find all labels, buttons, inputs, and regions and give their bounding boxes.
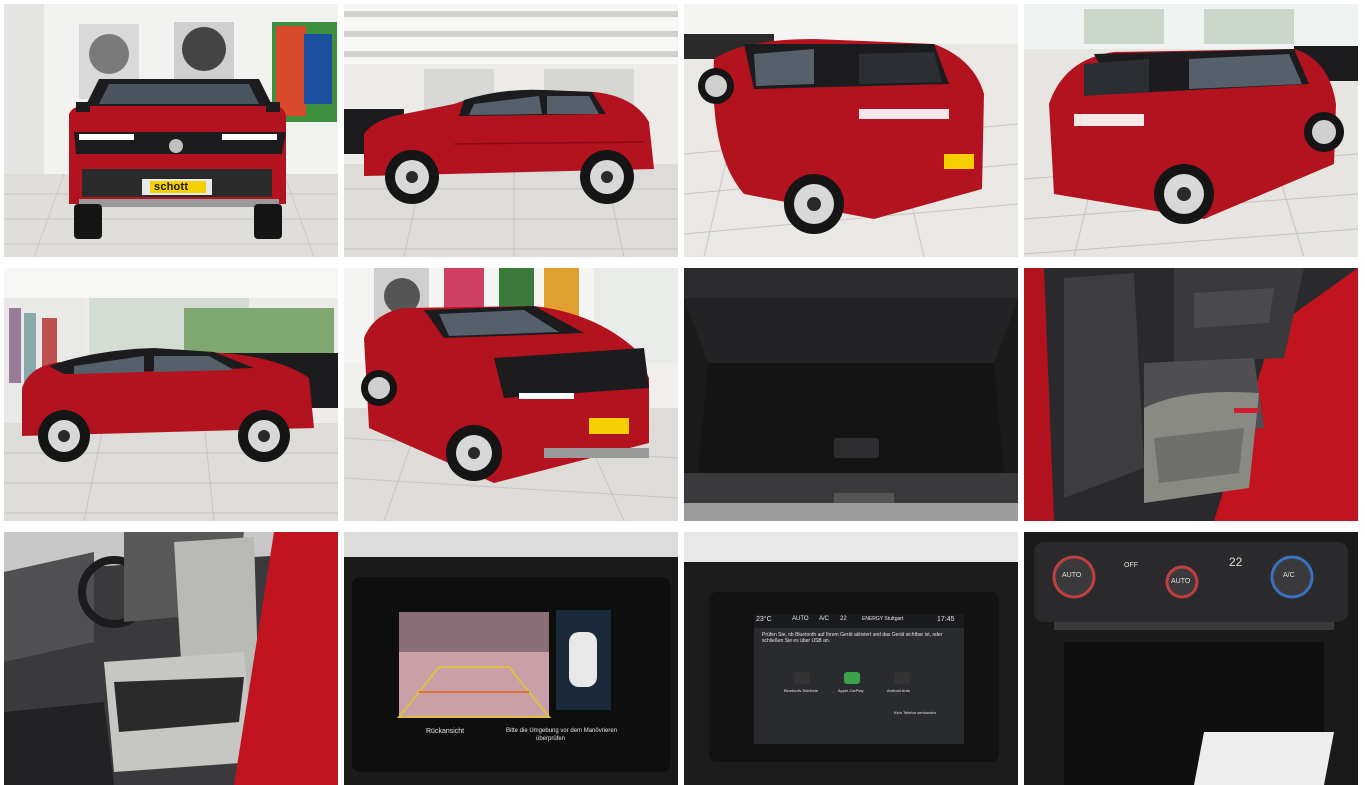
camera-hint-line1: Bitte die Umgebung vor dem Manövrieren xyxy=(506,728,618,734)
info-ac: A/C xyxy=(819,616,830,622)
info-fan: 22 xyxy=(840,616,847,622)
photo-side-view[interactable] xyxy=(344,4,678,257)
climate-controls-image xyxy=(1024,532,1358,785)
info-station: ENERGY Stuttgart xyxy=(862,616,904,622)
climate-mid-dial[interactable]: AUTO xyxy=(1171,578,1190,585)
photo-rear-three-quarter[interactable] xyxy=(684,4,1018,257)
info-app-bluetooth[interactable]: Bluetooth-Telefonie xyxy=(784,688,818,693)
climate-left-dial[interactable]: AUTO xyxy=(1062,572,1081,579)
info-message: Prüfen Sie, ob Bluetooth auf Ihrem Gerät… xyxy=(762,632,943,644)
climate-temp-right: 22 xyxy=(1229,555,1243,569)
photo-rear-three-quarter-right[interactable] xyxy=(1024,4,1358,257)
info-time: 17:45 xyxy=(937,616,955,623)
photo-rear-seats[interactable] xyxy=(1024,268,1358,521)
trunk-image xyxy=(684,268,1018,521)
info-temp: 23°C xyxy=(756,616,772,623)
photo-gallery: schott Rückansicht Bitte die Umgebung vo… xyxy=(0,0,1365,785)
info-footer: Kein Telefon verbunden xyxy=(894,710,936,715)
photo-side-view-left[interactable] xyxy=(4,268,338,521)
info-app-android-auto[interactable]: Android Auto xyxy=(887,688,910,693)
photo-front-seats[interactable] xyxy=(4,532,338,785)
car-side-left-image xyxy=(4,268,338,521)
info-auto: AUTO xyxy=(792,616,809,622)
car-side-image xyxy=(344,4,678,257)
camera-label: Rückansicht xyxy=(426,728,465,735)
front-seats-image xyxy=(4,532,338,785)
photo-climate-controls[interactable]: 22 AUTO AUTO A/C OFF xyxy=(1024,532,1358,785)
climate-off[interactable]: OFF xyxy=(1124,562,1138,569)
infotainment-image xyxy=(684,532,1018,785)
photo-trunk[interactable] xyxy=(684,268,1018,521)
photo-rear-camera-display[interactable]: Rückansicht Bitte die Umgebung vor dem M… xyxy=(344,532,678,785)
photo-front-view[interactable]: schott xyxy=(4,4,338,257)
photo-front-three-quarter[interactable] xyxy=(344,268,678,521)
camera-display-image xyxy=(344,532,678,785)
car-front-image xyxy=(4,4,338,257)
car-rear-right-image xyxy=(1024,4,1358,257)
car-rear-image xyxy=(684,4,1018,257)
info-app-carplay[interactable]: Apple CarPlay xyxy=(838,688,864,693)
car-front-three-quarter-image xyxy=(344,268,678,521)
dealer-plate-text: schott xyxy=(154,181,189,193)
photo-infotainment-display[interactable]: 23°C AUTO A/C 22 ENERGY Stuttgart 17:45 … xyxy=(684,532,1018,785)
rear-seats-image xyxy=(1024,268,1358,521)
camera-hint-line2: überprüfen xyxy=(536,736,566,742)
climate-right-dial[interactable]: A/C xyxy=(1283,572,1295,579)
